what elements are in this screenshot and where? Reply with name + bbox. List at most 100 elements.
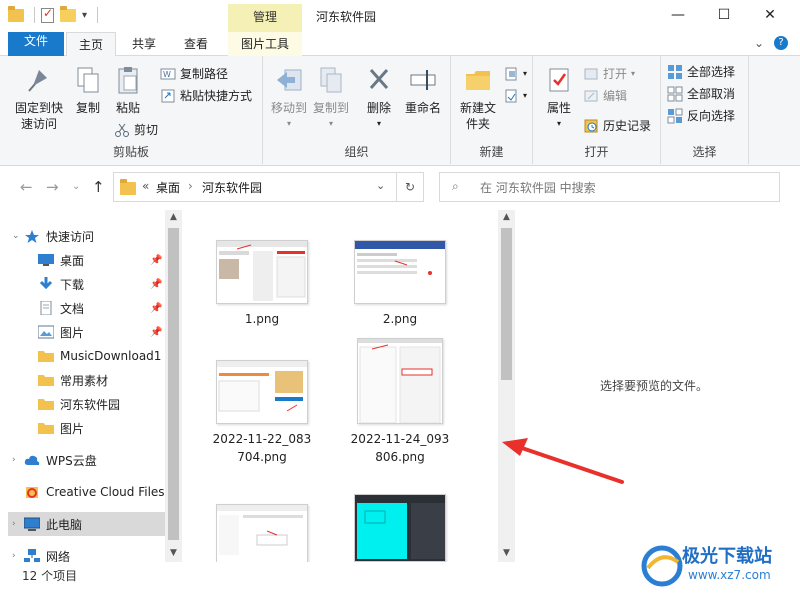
new-folder-button[interactable]: 新建文件夹 (455, 64, 501, 132)
close-button[interactable]: ✕ (747, 0, 793, 30)
up-arrow-icon[interactable]: ↑ (92, 178, 105, 196)
chevron-right-icon[interactable]: › (12, 519, 16, 529)
pin-icon: 📌 (150, 302, 163, 314)
address-dropdown-icon[interactable]: ⌄ (376, 179, 385, 192)
new-item-button[interactable]: ▾ (503, 64, 527, 84)
folder-icon[interactable] (8, 5, 24, 22)
copy-button[interactable]: 复制 (70, 64, 106, 116)
sidebar-item[interactable]: 下载 📌 (8, 272, 165, 296)
select-none-button[interactable]: 全部取消 (667, 84, 735, 104)
file-item[interactable] (330, 494, 470, 562)
properties-button[interactable]: 属性 ▾ (539, 64, 579, 132)
open-group-label: 打开 (584, 145, 609, 159)
sidebar-item[interactable]: 河东软件园 (8, 392, 165, 416)
sidebar-item[interactable]: Creative Cloud Files (8, 480, 165, 504)
file-item[interactable]: 2.png (330, 240, 470, 328)
help-icon[interactable]: ? (774, 36, 788, 50)
maximize-button[interactable]: ☐ (701, 0, 747, 30)
star-icon (24, 229, 40, 243)
search-box[interactable]: ⌕ 在 河东软件园 中搜索 (439, 172, 780, 202)
back-arrow-icon[interactable]: ← (20, 178, 33, 196)
sidebar-item[interactable]: MusicDownload1 (8, 344, 165, 368)
paste-shortcut-button[interactable]: 粘贴快捷方式 (160, 86, 252, 106)
tab-picture-tools[interactable]: 图片工具 (228, 32, 302, 56)
file-thumbnail (354, 494, 446, 562)
scroll-down-icon[interactable]: ▼ (498, 548, 515, 558)
select-all-button[interactable]: 全部选择 (667, 62, 735, 82)
invert-selection-button[interactable]: 反向选择 (667, 106, 735, 126)
file-item[interactable] (192, 504, 332, 562)
file-name-line-1: 2022-11-24_093 (350, 432, 450, 446)
sidebar-item[interactable]: › 此电脑 (8, 512, 165, 536)
customize-dropdown-icon[interactable]: ▾ (82, 10, 87, 21)
content-scroll-thumb[interactable] (501, 228, 512, 380)
clipboard-group: 固定到快速访问 复制 粘贴 W 复制路径 粘贴快捷方式 剪切 剪贴板 (0, 56, 263, 164)
address-bar[interactable]: « 桌面 › 河东软件园 ⌄ (113, 172, 397, 202)
invert-selection-icon (667, 108, 683, 124)
scroll-down-icon[interactable]: ▼ (165, 548, 182, 558)
sidebar-item[interactable]: 常用素材 (8, 368, 165, 392)
open-button[interactable]: 打开 ▾ (583, 64, 635, 84)
breadcrumb-separator-icon[interactable]: › (188, 179, 193, 193)
document-icon (38, 300, 54, 316)
sidebar-item[interactable]: ⌄ 快速访问 (8, 224, 165, 248)
file-item[interactable]: 2022-11-24_093 806.png (330, 338, 470, 466)
forward-arrow-icon[interactable]: → (46, 178, 59, 196)
sidebar-item[interactable]: 图片 (8, 416, 165, 440)
pin-icon (23, 64, 55, 96)
search-icon: ⌕ (452, 179, 459, 193)
scroll-up-icon[interactable]: ▲ (498, 212, 515, 222)
rename-button[interactable]: 重命名 (401, 64, 445, 116)
sidebar-item[interactable]: › 网络 (8, 544, 165, 562)
pin-icon: 📌 (150, 326, 163, 338)
paste-button[interactable]: 粘贴 (110, 64, 146, 116)
tab-share[interactable]: 共享 (120, 32, 168, 56)
edit-button[interactable]: 编辑 (583, 86, 627, 106)
nav-scroll-thumb[interactable] (168, 228, 179, 540)
sidebar-item[interactable]: 桌面 📌 (8, 248, 165, 272)
context-tab-manage[interactable]: 管理 (228, 4, 302, 32)
desktop-icon (38, 253, 54, 267)
content-scrollbar[interactable]: ▲ ▼ (498, 210, 515, 562)
chevron-right-icon[interactable]: › (12, 455, 16, 465)
chevron-down-icon[interactable]: ⌄ (12, 231, 20, 241)
history-button[interactable]: 历史记录 (583, 116, 651, 136)
breadcrumb-overflow[interactable]: « (142, 179, 149, 193)
easy-access-button[interactable]: ▾ (503, 86, 527, 106)
cut-button[interactable]: 剪切 (114, 120, 158, 140)
refresh-button[interactable]: ↻ (396, 172, 424, 202)
sidebar-item-label: 网络 (46, 549, 71, 563)
recent-dropdown-icon[interactable]: ⌄ (72, 181, 80, 192)
pin-quick-access-button[interactable]: 固定到快速访问 (10, 64, 68, 132)
scroll-up-icon[interactable]: ▲ (165, 212, 182, 222)
watermark-brand: 极光下载站 (682, 546, 772, 567)
new-folder-icon[interactable] (60, 5, 76, 22)
breadcrumb-current[interactable]: 河东软件园 (202, 179, 262, 196)
properties-icon[interactable] (41, 6, 54, 23)
tab-home[interactable]: 主页 (66, 32, 116, 57)
sidebar-item[interactable]: 图片 📌 (8, 320, 165, 344)
chevron-right-icon[interactable]: › (12, 551, 16, 561)
delete-button[interactable]: 删除 ▾ (361, 64, 397, 132)
organize-group-label: 组织 (344, 145, 369, 159)
sidebar-item[interactable]: › WPS云盘 (8, 448, 165, 472)
nav-scrollbar[interactable]: ▲ ▼ (165, 210, 182, 562)
folder-icon (38, 349, 54, 363)
file-thumbnail (216, 360, 308, 424)
sidebar-item-label: 下载 (60, 277, 85, 292)
breadcrumb-desktop[interactable]: 桌面 (156, 179, 180, 196)
sidebar-item[interactable]: 文档 📌 (8, 296, 165, 320)
copy-to-button[interactable]: 复制到 ▾ (311, 64, 351, 132)
move-to-button[interactable]: 移动到 ▾ (269, 64, 309, 132)
folder-icon (38, 421, 54, 435)
copy-path-button[interactable]: W 复制路径 (160, 64, 228, 84)
collapse-ribbon-icon[interactable]: ⌄ (754, 36, 764, 50)
file-item[interactable]: 2022-11-22_083 704.png (192, 360, 332, 466)
tab-view[interactable]: 查看 (172, 32, 220, 56)
edit-icon (583, 88, 599, 104)
file-item[interactable]: 1.png (192, 240, 332, 328)
minimize-button[interactable]: — (655, 0, 701, 30)
select-none-icon (667, 86, 683, 102)
sidebar-item-label: 快速访问 (46, 229, 95, 244)
tab-file[interactable]: 文件 (8, 32, 64, 56)
